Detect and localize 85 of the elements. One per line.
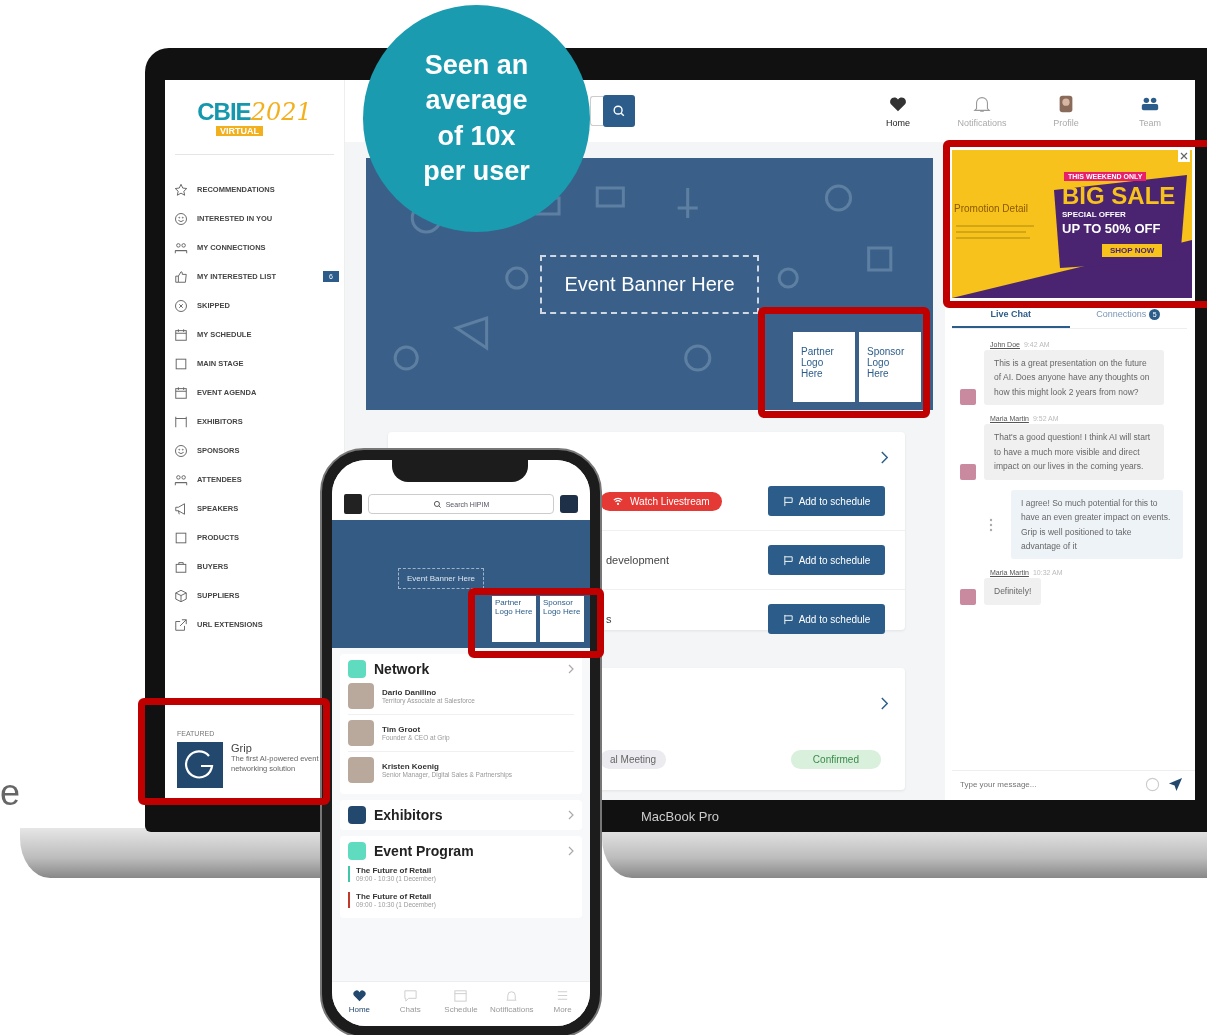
logo-text: Partner Logo Here: [495, 598, 533, 616]
message-bubble: I agree! So much potential for this to have an even greater impact on events. Grip is well positioned to take advantage of it: [1011, 489, 1183, 560]
shop-now-button[interactable]: SHOP NOW: [1102, 244, 1163, 257]
person-name[interactable]: Dario Danilino: [382, 688, 475, 697]
flag-icon: [782, 554, 794, 566]
meeting-tag: al Meeting: [600, 750, 667, 769]
search-icon: [612, 104, 626, 118]
session-title: s: [606, 613, 612, 625]
chat-tab[interactable]: Live Chat: [952, 302, 1070, 328]
smile-icon: [174, 443, 188, 458]
event-title[interactable]: The Future of Retail: [356, 892, 436, 901]
chevron-right-icon[interactable]: [880, 450, 889, 465]
search-icon: [432, 499, 442, 509]
emoji-icon[interactable]: [1145, 777, 1160, 792]
people-icon: [174, 472, 188, 487]
bag-icon: [174, 559, 188, 574]
tab-bar-item[interactable]: Home: [334, 988, 385, 1014]
photo-placeholder: [348, 720, 374, 746]
event-logo: CBIE2021 VIRTUAL: [175, 80, 334, 155]
featured-name: Grip: [231, 742, 253, 754]
calendar-icon: [174, 385, 188, 400]
thumb-icon: [174, 269, 188, 284]
chevron-right-icon[interactable]: [880, 696, 889, 711]
bell-icon: [972, 94, 992, 114]
event-title[interactable]: The Future of Retail: [356, 866, 436, 875]
photo-placeholder: [348, 683, 374, 709]
chat-icon: [402, 988, 418, 1003]
add-to-schedule-button[interactable]: Add to schedule: [768, 604, 885, 634]
add-to-schedule-button[interactable]: Add to schedule: [768, 545, 885, 575]
nav-item[interactable]: Home: [867, 94, 929, 128]
person-name[interactable]: Tim Groot: [382, 725, 450, 734]
person-name[interactable]: Kristen Koenig: [382, 762, 513, 771]
heart-icon: [351, 988, 367, 1003]
flag-icon: [782, 613, 794, 625]
avatar-placeholder: [960, 588, 976, 605]
more-options-icon[interactable]: [989, 517, 993, 532]
calendar-icon: [453, 988, 469, 1003]
text-fragment: e: [0, 772, 21, 814]
cube-icon: [174, 588, 188, 603]
ad-headline: BIG SALE: [1062, 184, 1176, 208]
star-icon: [174, 182, 188, 197]
gate-icon: [174, 414, 188, 429]
section-title[interactable]: Event Program: [374, 843, 474, 859]
link-icon: [174, 617, 188, 632]
ad-discount: UP TO 50% OFF: [1062, 222, 1161, 235]
banner-text: Event Banner Here: [406, 574, 475, 583]
close-icon[interactable]: [1178, 150, 1190, 162]
status-badge: Confirmed: [790, 750, 881, 769]
banner-text: Event Banner Here: [564, 272, 735, 295]
avatar-placeholder: [960, 463, 976, 480]
broadcast-icon: [612, 496, 624, 506]
ad-title: Promotion Detail: [954, 203, 1028, 214]
smile-icon: [174, 211, 188, 226]
add-to-schedule-button[interactable]: Add to schedule: [768, 486, 885, 516]
logo-text: Partner Logo Here: [801, 346, 834, 379]
message-bubble: This is a great presentation on the future of AI. Does anyone have any thoughts on how this might look 2 years from now?: [984, 350, 1164, 406]
photo-placeholder: [348, 757, 374, 783]
people-icon: [174, 240, 188, 255]
xcircle-icon: [174, 298, 188, 313]
heart-icon: [888, 94, 908, 114]
square-icon: [174, 356, 188, 371]
session-title: development: [606, 554, 669, 566]
megaphone-icon: [174, 501, 188, 516]
section-icon: [348, 806, 366, 824]
send-icon[interactable]: [1168, 777, 1183, 792]
square-icon: [174, 530, 188, 545]
message-bubble: That's a good question! I think AI will start to have a much more visible and direct impact on our lives in the coming years.: [984, 424, 1164, 480]
message-bubble: Definitely!: [984, 578, 1042, 605]
logo-text: Sponsor Logo Here: [543, 598, 581, 616]
logo-text: Sponsor Logo Here: [867, 346, 905, 379]
calendar-icon: [174, 327, 188, 342]
bell-icon: [504, 988, 520, 1003]
flag-icon: [782, 495, 794, 507]
avatar-placeholder: [960, 389, 976, 406]
app-logo-icon: [560, 495, 578, 513]
section-icon: [348, 842, 366, 860]
section-icon: [348, 660, 366, 678]
avatar-placeholder: [344, 494, 362, 514]
section-title[interactable]: Exhibitors: [374, 807, 443, 823]
ad-offer: SPECIAL OFFER: [1062, 211, 1126, 219]
section-title[interactable]: Network: [374, 661, 430, 677]
watch-livestream-button[interactable]: Watch Livestream: [600, 491, 722, 511]
device-label: MacBook Pro: [640, 808, 719, 824]
search-button[interactable]: [603, 95, 635, 127]
letter-g-logo-icon: [177, 742, 223, 788]
